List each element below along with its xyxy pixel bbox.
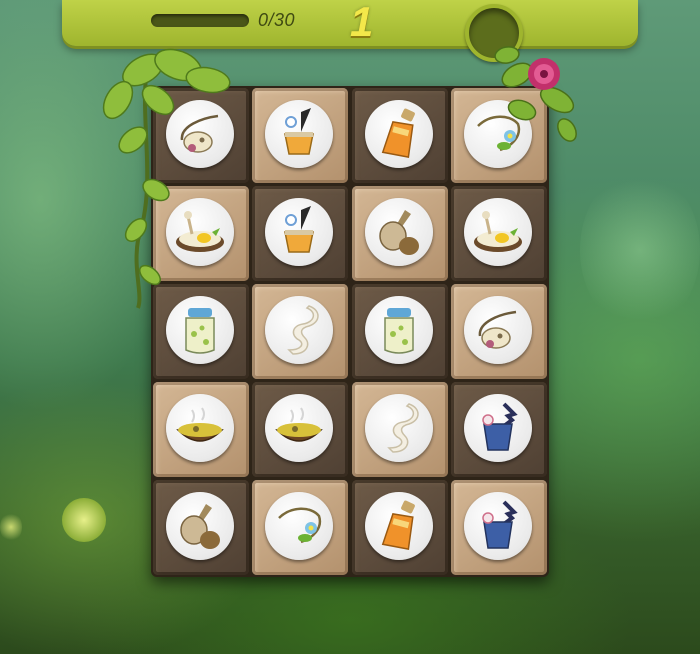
potion-vial-icon — [381, 108, 415, 158]
board-tile[interactable] — [351, 185, 448, 281]
egg-plate-icon — [474, 210, 523, 252]
background-bokeh — [0, 512, 22, 542]
board-tile[interactable] — [451, 382, 548, 478]
item-token[interactable] — [265, 197, 334, 266]
potion-vial-icon — [381, 500, 415, 551]
item-token[interactable] — [364, 99, 433, 168]
item-token[interactable] — [165, 394, 234, 463]
item-token[interactable] — [265, 394, 334, 463]
progress-bar — [151, 14, 249, 27]
board-tile[interactable] — [252, 480, 349, 576]
board-tile[interactable] — [351, 382, 448, 478]
scroll-icon — [386, 403, 419, 453]
quill-pot-icon — [284, 205, 315, 253]
item-token[interactable] — [265, 99, 334, 168]
board-tile[interactable] — [152, 382, 249, 478]
board-tile[interactable] — [351, 87, 448, 183]
item-token[interactable] — [364, 197, 433, 266]
item-token[interactable] — [265, 296, 334, 364]
item-token[interactable] — [165, 492, 234, 561]
bone-icon — [478, 310, 517, 349]
scroll-icon — [287, 305, 319, 355]
board-tile[interactable] — [252, 87, 349, 183]
board-tile[interactable] — [351, 284, 448, 379]
jar-icon — [384, 308, 414, 354]
jar-icon — [185, 308, 215, 354]
board-tile[interactable] — [252, 382, 349, 478]
item-token[interactable] — [364, 296, 433, 364]
gourd-bottle-icon — [379, 209, 419, 255]
board-tile[interactable] — [451, 185, 548, 281]
item-token[interactable] — [265, 492, 334, 561]
board-tile[interactable] — [451, 480, 548, 576]
item-token[interactable] — [364, 394, 433, 463]
quill-pot-icon — [284, 107, 315, 155]
progress-counter: 0/30 — [258, 10, 296, 30]
flower-wand-icon — [278, 507, 322, 544]
board-tile[interactable] — [451, 284, 548, 379]
item-token[interactable] — [464, 394, 533, 463]
item-token[interactable] — [364, 492, 433, 561]
board-tile[interactable] — [252, 185, 349, 281]
soup-bowl-icon — [175, 407, 224, 442]
item-token[interactable] — [464, 492, 533, 561]
gourd-bottle-icon — [180, 504, 220, 550]
magic-glass-icon — [482, 500, 518, 550]
item-token[interactable] — [464, 296, 533, 364]
right-vine-flower-decoration — [494, 46, 577, 142]
magic-glass-icon — [482, 402, 518, 451]
board-tile[interactable] — [252, 284, 349, 379]
soup-bowl-icon — [275, 407, 324, 442]
board-tile[interactable] — [351, 480, 448, 576]
level-number: 1 — [350, 0, 374, 45]
board-tile[interactable] — [152, 480, 249, 576]
pink-flower-icon — [528, 58, 560, 90]
background-bokeh — [580, 170, 700, 330]
background-bokeh — [62, 498, 106, 542]
left-vine-decoration — [102, 48, 231, 309]
item-token[interactable] — [464, 197, 533, 266]
